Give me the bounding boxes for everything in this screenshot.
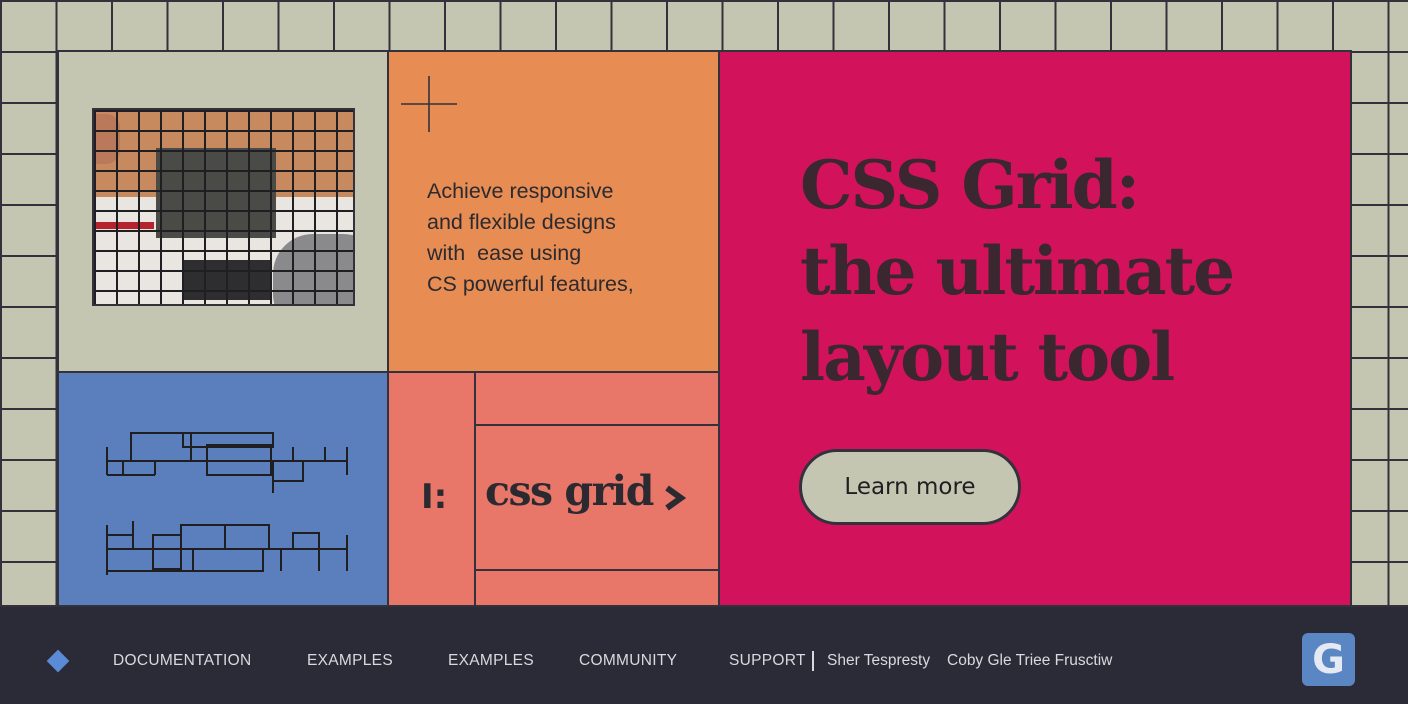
css-grid-label: css grid xyxy=(485,467,654,515)
nav-sher-tespresty[interactable]: Sher Tespresty xyxy=(827,652,930,670)
wireframe-panel xyxy=(57,371,389,607)
nav-examples[interactable]: EXAMPLES xyxy=(307,652,393,670)
nav-documentation[interactable]: DOCUMENTATION xyxy=(113,652,252,670)
chevron-right-icon xyxy=(665,485,686,511)
diamond-icon[interactable] xyxy=(46,649,70,673)
grid-photo xyxy=(92,108,355,306)
grid-wireframe-icon xyxy=(106,432,348,575)
css-grid-badge-panel: I: css grid xyxy=(387,371,720,607)
description-panel: Achieve responsive and flexible designs … xyxy=(387,50,720,373)
headline-panel: CSS Grid: the ultimate layout tool Learn… xyxy=(718,50,1352,607)
nav-separator xyxy=(812,651,814,671)
nav-support[interactable]: SUPPORT xyxy=(729,652,806,670)
footer-nav-bar: DOCUMENTATION EXAMPLES EXAMPLES COMMUNIT… xyxy=(0,605,1408,704)
nav-examples-2[interactable]: EXAMPLES xyxy=(448,652,534,670)
grid-glyph-icon: I: xyxy=(421,477,448,517)
hero-description: Achieve responsive and flexible designs … xyxy=(427,179,634,296)
learn-more-button[interactable]: Learn more xyxy=(799,449,1021,525)
hero-headline: CSS Grid: the ultimate layout tool xyxy=(800,146,1235,396)
crosshair-icon xyxy=(401,76,457,132)
nav-coby-gle[interactable]: Coby Gle Triee Frusctiw xyxy=(947,652,1112,670)
nav-community[interactable]: COMMUNITY xyxy=(579,652,677,670)
g-logo-icon[interactable]: G xyxy=(1302,633,1355,686)
photo-panel xyxy=(57,50,389,373)
